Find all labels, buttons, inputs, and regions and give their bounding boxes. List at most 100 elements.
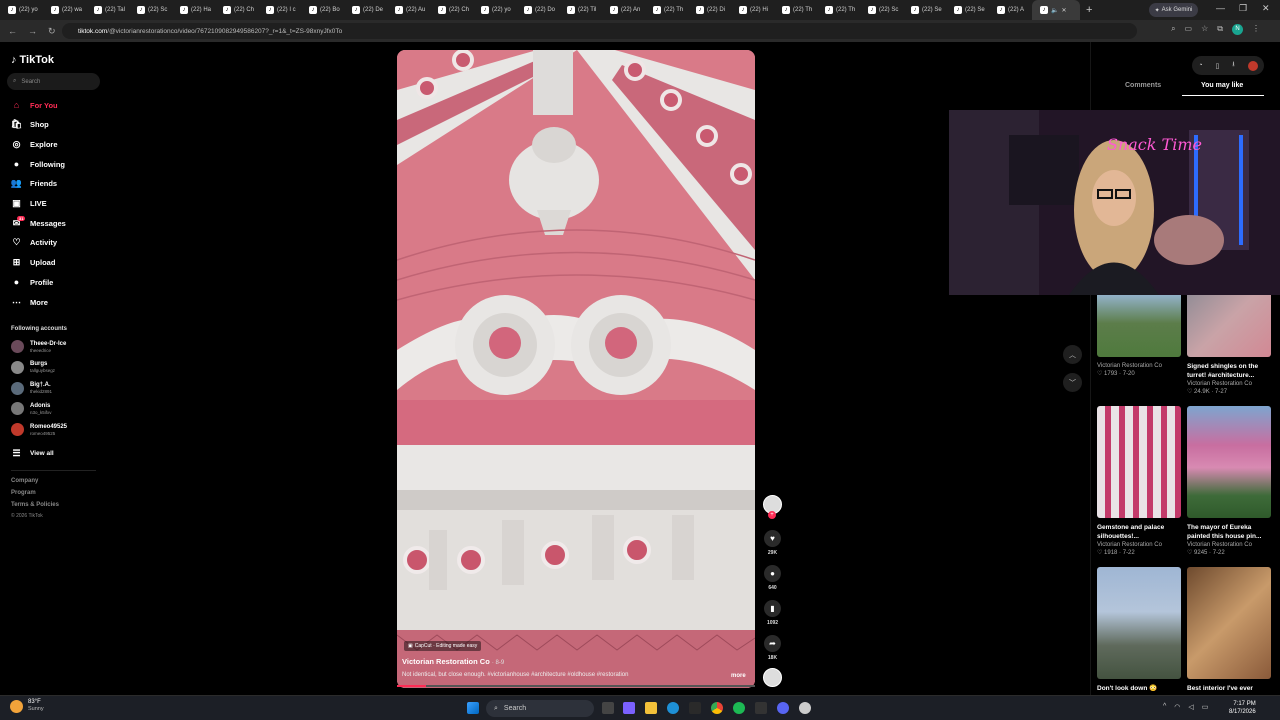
browser-tab[interactable]: ♪ (22) A [989, 0, 1032, 20]
obs-icon[interactable] [799, 702, 811, 714]
audio-icon[interactable]: 🔈 [1051, 7, 1058, 14]
device-icon[interactable]: ▯ [1216, 62, 1220, 70]
browser-tab[interactable]: ♪ (22) Se [946, 0, 989, 20]
capcut-badge[interactable]: ▣ CapCut · Editing made easy [404, 641, 482, 651]
edge-icon[interactable] [667, 702, 679, 714]
address-bar[interactable]: tiktok.com/@victorianrestorationco/video… [62, 23, 1137, 39]
weather-widget[interactable]: 83°F Sunny [10, 699, 44, 713]
nav-item-following[interactable]: ● Following [11, 157, 65, 171]
nav-item-shop[interactable]: 🛍 Shop [11, 118, 49, 132]
more-button[interactable]: more [731, 673, 746, 679]
new-tab-button[interactable]: + [1086, 4, 1092, 16]
battery-icon[interactable]: ▭ [1202, 703, 1209, 711]
browser-tab[interactable]: ♪ (22) Au [387, 0, 430, 20]
browser-tab[interactable]: ♪ (22) Ch [430, 0, 473, 20]
close-window-icon[interactable]: ✕ [1262, 3, 1270, 14]
browser-tab[interactable]: ♪ (22) yo [0, 0, 43, 20]
browser-tab[interactable]: ♪ (22) Bo [301, 0, 344, 20]
following-account[interactable]: Big†.A. thekid2891 [11, 381, 52, 395]
browser-tab[interactable]: ♪ (22) An [602, 0, 645, 20]
following-account[interactable]: Romeo49525 romeo49525 [11, 423, 67, 437]
nav-item-upload[interactable]: ⊞ Upload [11, 256, 56, 270]
browser-tab-active[interactable]: ♪ 🔈 ✕ [1032, 0, 1080, 20]
tab-comments[interactable]: Comments [1125, 82, 1161, 89]
suggested-video-card[interactable]: Best interior I've ever [1187, 567, 1271, 693]
browser-tab[interactable]: ♪ (22) Ha [172, 0, 215, 20]
browser-tab[interactable]: ♪ (22) Til [559, 0, 602, 20]
footer-terms[interactable]: Terms & Policies [11, 502, 59, 508]
forward-icon[interactable]: → [28, 26, 40, 36]
chevron-up-icon[interactable]: ^ [1163, 703, 1166, 711]
browser-tab[interactable]: ♪ (22) I c [258, 0, 301, 20]
volume-icon[interactable]: ◁ [1188, 703, 1193, 711]
browser-tab[interactable]: ♪ (22) Th [645, 0, 688, 20]
discord-icon[interactable] [777, 702, 789, 714]
suggested-video-card[interactable]: Don't look down 😳 [1097, 567, 1181, 693]
previous-video-button[interactable]: ︿ [1063, 345, 1082, 364]
reload-icon[interactable]: ↻ [48, 26, 60, 37]
save-button[interactable]: ▮ 1092 [763, 600, 782, 626]
minimize-icon[interactable]: — [1216, 3, 1225, 13]
browser-tab[interactable]: ♪ (22) Hi [731, 0, 774, 20]
nav-item-friends[interactable]: 👥 Friends [11, 177, 57, 191]
video-progress-bar[interactable] [397, 685, 755, 687]
video-author[interactable]: Victorian Restoration Co · 8-9 [402, 657, 504, 666]
browser-tab[interactable]: ♪ (22) Th [774, 0, 817, 20]
tab-you-may-like[interactable]: You may like [1201, 82, 1243, 89]
browser-tab[interactable]: ♪ (22) Sc [129, 0, 172, 20]
tiktok-logo[interactable]: ♪ TikTok [11, 54, 54, 66]
footer-program[interactable]: Program [11, 490, 36, 496]
extensions-icon[interactable]: ⧉ [1217, 24, 1223, 35]
menu-icon[interactable]: ⋮ [1252, 24, 1260, 35]
share-button[interactable]: ➦ 18K [763, 635, 782, 661]
nav-item-activity[interactable]: ♡ Activity [11, 236, 57, 250]
back-icon[interactable]: ← [8, 26, 20, 36]
suggested-video-card[interactable]: The mayor of Eureka painted this house p… [1187, 406, 1271, 558]
store-icon[interactable] [689, 702, 701, 714]
bookmark-star-icon[interactable]: ☆ [1201, 24, 1208, 35]
file-explorer-icon[interactable] [645, 702, 657, 714]
browser-tab[interactable]: ♪ (22) wa [43, 0, 86, 20]
browser-tab[interactable]: ♪ (22) Th [817, 0, 860, 20]
search-input[interactable]: ⌕ Search [7, 73, 100, 90]
wifi-icon[interactable]: ◠ [1174, 703, 1180, 711]
spotify-icon[interactable] [733, 702, 745, 714]
video-player[interactable] [397, 50, 755, 688]
following-account[interactable]: Adonis n3o_k5ifxv [11, 402, 52, 416]
maximize-icon[interactable]: ❐ [1239, 3, 1247, 14]
browser-tab[interactable]: ♪ (22) Ch [215, 0, 258, 20]
browser-tab[interactable]: ♪ (22) De [344, 0, 387, 20]
browser-tab[interactable]: ♪ (22) Se [903, 0, 946, 20]
copilot-icon[interactable] [623, 702, 635, 714]
nav-item-more[interactable]: ⋯ More [11, 295, 48, 309]
timer-icon[interactable]: ◔ [1198, 62, 1202, 69]
cast-icon[interactable]: ▭ [1185, 24, 1193, 35]
app-icon[interactable] [755, 702, 767, 714]
like-button[interactable]: ♥ 29K [763, 530, 782, 556]
profile-avatar[interactable]: N [1232, 24, 1243, 35]
chrome-icon[interactable] [711, 702, 723, 714]
suggested-video-card[interactable]: Gemstone and palace silhouettes!... Vict… [1097, 406, 1181, 558]
browser-tab[interactable]: ♪ (22) Di [688, 0, 731, 20]
nav-item-live[interactable]: ▣ LIVE [11, 197, 46, 211]
view-all-button[interactable]: ☰ View all [11, 446, 53, 460]
taskbar-search[interactable]: ⌕ Search [486, 700, 594, 717]
next-video-button[interactable]: ﹀ [1063, 373, 1082, 392]
ask-gemini-button[interactable]: ✦ Ask Gemini [1149, 3, 1198, 17]
browser-tab[interactable]: ♪ (22) yo [473, 0, 516, 20]
nav-item-profile[interactable]: ● Profile [11, 275, 54, 289]
following-account[interactable]: Burgs tallguybsegz [11, 360, 55, 374]
follow-plus-icon[interactable]: + [768, 511, 776, 519]
system-clock[interactable]: 7:17 PM 8/17/2026 [1229, 700, 1256, 716]
nav-item-for-you[interactable]: ⌂ For You [11, 98, 58, 112]
footer-company[interactable]: Company [11, 478, 38, 484]
task-view-icon[interactable] [602, 702, 614, 714]
browser-tab[interactable]: ♪ (22) Sc [860, 0, 903, 20]
windows-start-icon[interactable] [467, 702, 479, 714]
browser-tab[interactable]: ♪ (22) Do [516, 0, 559, 20]
browser-tab[interactable]: ♪ (22) Tal [86, 0, 129, 20]
nav-item-explore[interactable]: ◎ Explore [11, 137, 58, 151]
download-icon[interactable]: ⭳ [1232, 60, 1234, 71]
comment-button[interactable]: ● 640 [763, 565, 782, 591]
user-avatar[interactable] [1247, 60, 1258, 71]
